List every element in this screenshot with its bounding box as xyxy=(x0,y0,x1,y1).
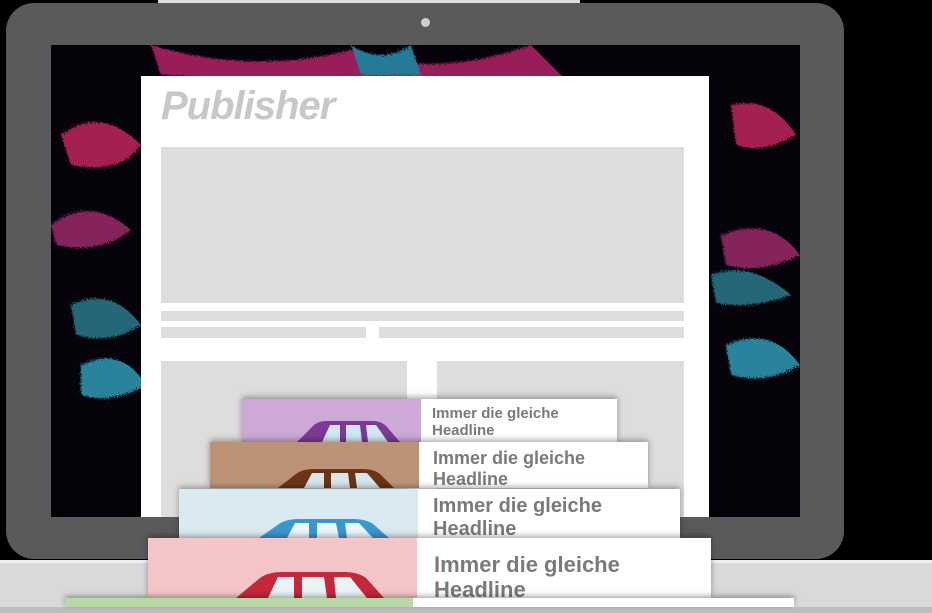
hero-image-placeholder xyxy=(161,147,684,303)
publisher-title: Publisher xyxy=(161,84,335,128)
ad-card-headline: Immer die gleiche Headline xyxy=(433,495,602,538)
car-icon xyxy=(210,442,419,488)
car-icon xyxy=(179,489,418,538)
text-line-placeholder xyxy=(379,327,684,338)
ad-card-headline: Immer die gleiche Headline xyxy=(434,552,620,598)
ad-card-image xyxy=(242,399,421,442)
ad-card-headline: Immer die gleiche Headline xyxy=(433,448,586,488)
ad-card-headline: Immer die gleiche Headline xyxy=(432,405,559,440)
ad-card[interactable] xyxy=(65,598,794,607)
car-icon xyxy=(242,399,421,442)
ad-card[interactable]: Immer die gleiche Headline xyxy=(148,538,711,598)
text-line-placeholder xyxy=(161,327,366,338)
ad-card[interactable]: Immer die gleiche Headline xyxy=(179,489,680,538)
car-icon xyxy=(148,538,417,598)
camera-icon xyxy=(421,18,430,27)
ad-card[interactable]: Immer die gleiche Headline xyxy=(210,442,648,488)
ad-card-image xyxy=(148,538,417,598)
ad-card-image xyxy=(65,598,413,607)
text-line-placeholder xyxy=(161,311,684,321)
ad-card[interactable]: Immer die gleiche Headline xyxy=(242,399,617,442)
ad-card-image xyxy=(179,489,418,538)
ad-card-image xyxy=(210,442,419,488)
